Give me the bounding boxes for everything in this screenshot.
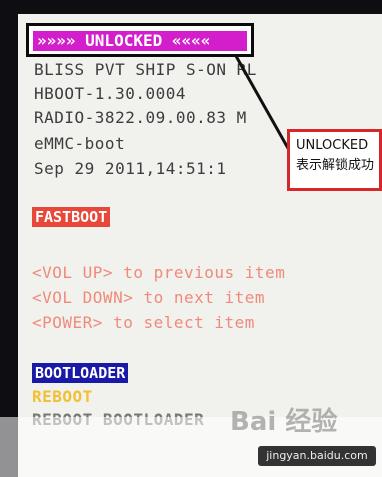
unlocked-callout: UNLOCKED 表示解锁成功: [287, 129, 382, 191]
device-info-line: BLISS PVT SHIP S-ON RL: [34, 60, 257, 79]
unlocked-highlight-box: »»»» UNLOCKED ««««: [26, 23, 254, 57]
callout-title: UNLOCKED: [296, 138, 369, 153]
hboot-version-line: HBOOT-1.30.0004: [34, 84, 186, 103]
bootloader-menu-item[interactable]: BOOTLOADER: [32, 363, 129, 383]
fastboot-label: FASTBOOT: [32, 207, 111, 227]
build-date-line: Sep 29 2011,14:51:1: [34, 159, 227, 178]
baidu-logo: Bai 经验: [230, 407, 338, 437]
menu-vol-up-hint: <VOL UP> to previous item: [32, 263, 286, 282]
callout-text: 表示解锁成功: [296, 158, 375, 173]
radio-version-line: RADIO-3822.09.00.83 M: [34, 108, 247, 127]
reboot-menu-item[interactable]: REBOOT: [32, 387, 93, 406]
menu-power-hint: <POWER> to select item: [32, 313, 255, 332]
unlocked-banner: »»»» UNLOCKED ««««: [33, 31, 247, 51]
menu-vol-down-hint: <VOL DOWN> to next item: [32, 288, 266, 307]
watermark-url: jingyan.baidu.com: [258, 446, 376, 466]
emmc-boot-line: eMMC-boot: [34, 134, 126, 153]
